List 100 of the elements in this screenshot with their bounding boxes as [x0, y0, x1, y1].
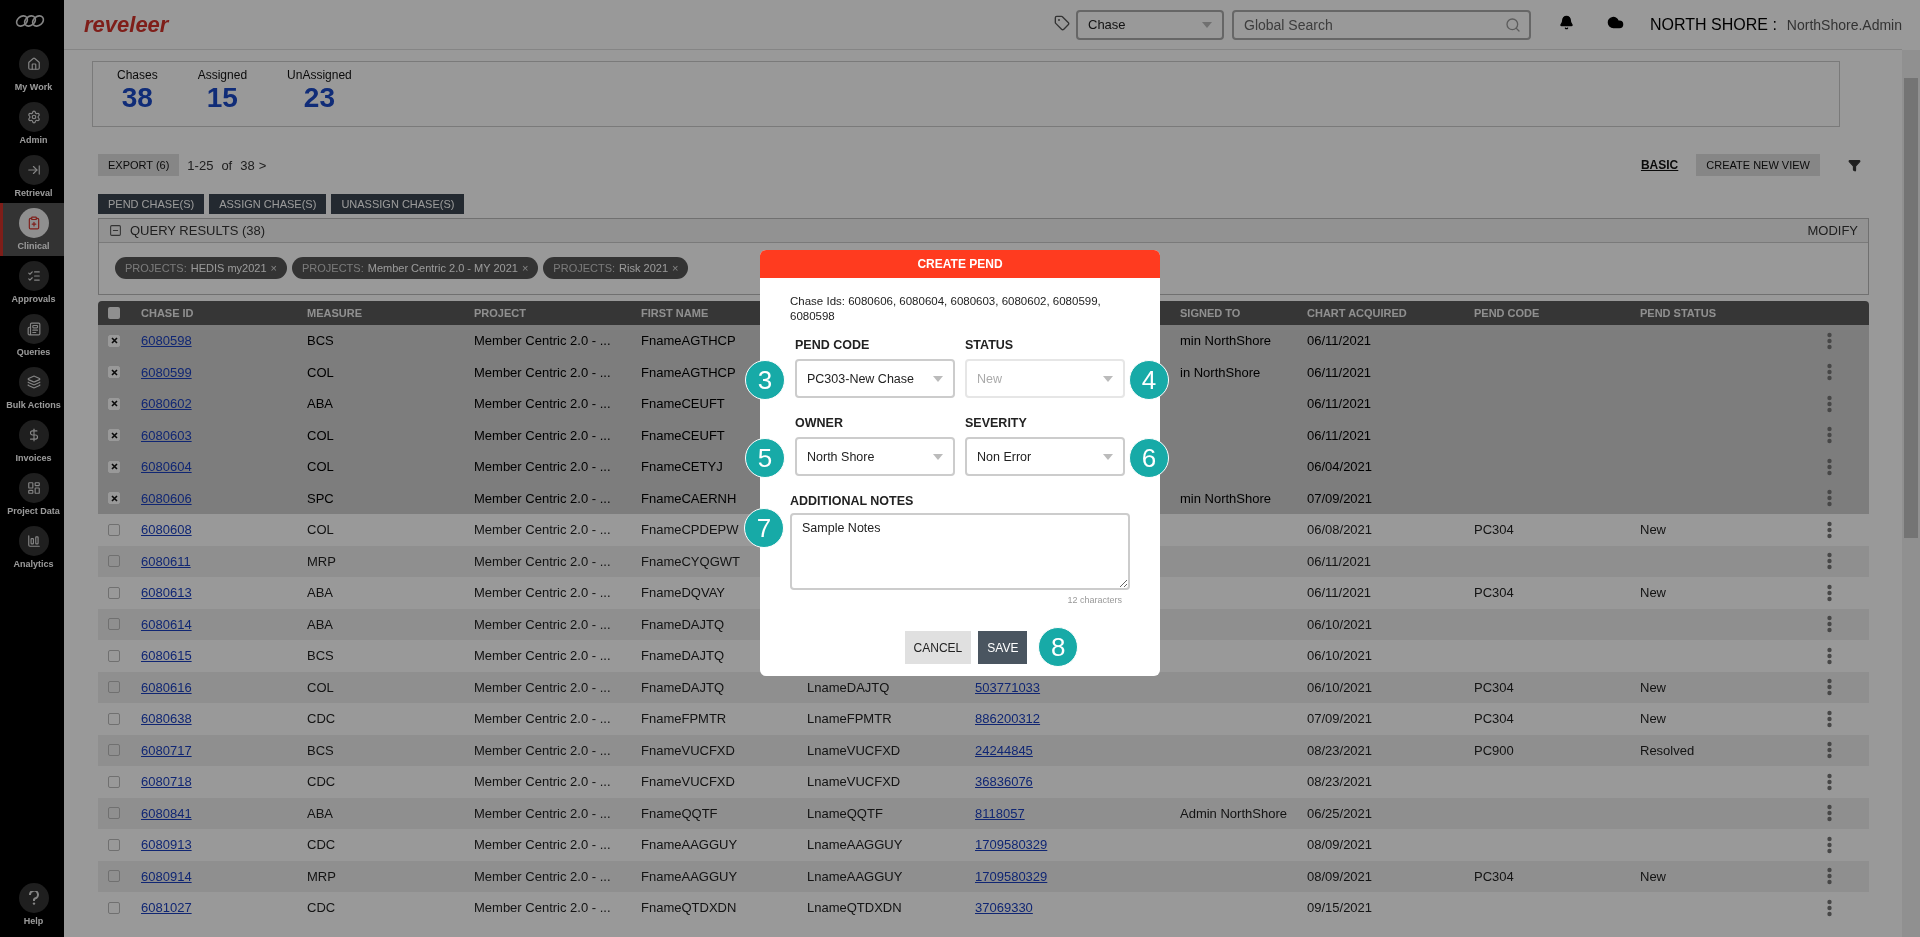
table-cell: FnameVUCFXD [641, 774, 735, 790]
table-cell: Member Centric 2.0 - ... [474, 868, 611, 884]
chip-value: HEDIS my2021 [190, 262, 267, 274]
table-cell: Member Centric 2.0 - ... [474, 364, 611, 380]
table-cell: in NorthShore [1180, 364, 1261, 380]
table-cell: FnameFPMTR [641, 711, 727, 727]
column-header: CHASE ID [141, 307, 194, 319]
page-of: of [221, 157, 233, 173]
column-header: PEND CODE [1474, 307, 1540, 319]
column-header: FIRST NAME [641, 307, 709, 319]
table-cell: FnameCEUFT [641, 427, 725, 443]
table-cell: FnameAAGGUY [641, 837, 738, 853]
dialog-title: CREATE PEND [760, 250, 1160, 278]
table-cell: FnameAAGGUY [641, 868, 738, 884]
table-cell: FnameDQVAY [641, 585, 726, 601]
table-cell: Member Centric 2.0 - ... [474, 774, 611, 790]
chip-field: PROJECTS: [125, 262, 187, 274]
table-cell: Member Centric 2.0 - ... [474, 333, 611, 349]
table-cell: 08/09/2021 [1307, 868, 1373, 884]
table-cell: Member Centric 2.0 - ... [474, 396, 611, 412]
table-cell: LnameVUCFXD [807, 742, 901, 758]
table-cell: FnameCETYJ [641, 459, 723, 475]
column-header: CHART ACQUIRED [1307, 307, 1407, 319]
table-cell: COL [307, 459, 334, 475]
table-cell: Member Centric 2.0 - ... [474, 742, 611, 758]
panel-title: QUERY RESULTS (38) [130, 223, 266, 238]
table-cell: LnameQTDXDN [807, 900, 902, 916]
field-label: ADDITIONAL NOTES [790, 494, 915, 508]
field-label: STATUS [965, 338, 1015, 352]
chip-value: Member Centric 2.0 - MY 2021 [367, 262, 518, 274]
chase-ids-text: Chase Ids: 6080606, 6080604, 6080603, 6080602, 6080599, 6080598 [790, 294, 1102, 324]
table-cell: New [1640, 868, 1666, 884]
table-cell: 08/23/2021 [1307, 774, 1373, 790]
column-header: MEASURE [307, 307, 362, 319]
table-cell: PC900 [1474, 742, 1514, 758]
table-cell: Member Centric 2.0 - ... [474, 711, 611, 727]
table-cell: 06/11/2021 [1307, 585, 1372, 601]
stat-label: Assigned [197, 68, 248, 82]
table-cell: FnameAGTHCP [641, 333, 736, 349]
table-cell: 06/04/2021 [1307, 459, 1373, 475]
table-cell: COL [307, 522, 334, 538]
table-cell: ABA [307, 585, 333, 601]
table-cell: ABA [307, 805, 333, 821]
table-cell: New [1640, 711, 1666, 727]
table-cell: 06/11/2021 [1307, 427, 1372, 443]
step-badge: 6 [1129, 438, 1169, 478]
table-cell: BCS [307, 742, 334, 758]
table-cell: FnameDAJTQ [641, 679, 725, 695]
table-cell: 06/10/2021 [1307, 648, 1373, 664]
table-cell: Member Centric 2.0 - ... [474, 522, 611, 538]
table-cell: PC304 [1474, 522, 1514, 538]
table-cell: 09/15/2021 [1307, 900, 1373, 916]
table-cell: FnameQTDXDN [641, 900, 737, 916]
field-label: OWNER [795, 416, 844, 430]
table-cell: min NorthShore [1180, 490, 1272, 506]
table-cell: 06/11/2021 [1307, 396, 1372, 412]
table-cell: Member Centric 2.0 - ... [474, 459, 611, 475]
stat-value: 38 [121, 82, 153, 114]
table-cell: ABA [307, 616, 333, 632]
table-cell: Resolved [1640, 742, 1695, 758]
step-badge: 3 [745, 360, 785, 400]
table-cell: CDC [307, 900, 336, 916]
table-cell: FnameCYQGWT [641, 553, 740, 569]
table-cell: 06/10/2021 [1307, 679, 1373, 695]
table-cell: New [1640, 522, 1666, 538]
stat-value: 23 [303, 82, 335, 114]
table-cell: FnameQQTF [641, 805, 718, 821]
table-cell: COL [307, 679, 334, 695]
table-cell: FnameCAERNH [641, 490, 737, 506]
table-cell: PC304 [1474, 585, 1514, 601]
step-badge: 5 [745, 438, 785, 478]
table-cell: Member Centric 2.0 - ... [474, 585, 611, 601]
character-count: 12 characters [1067, 595, 1122, 605]
table-cell: Member Centric 2.0 - ... [474, 648, 611, 664]
table-cell: FnameAGTHCP [641, 364, 736, 380]
table-cell: MRP [307, 868, 336, 884]
table-cell: LnameAAGGUY [807, 837, 903, 853]
table-cell: COL [307, 364, 334, 380]
table-cell: Member Centric 2.0 - ... [474, 837, 611, 853]
table-cell: 08/09/2021 [1307, 837, 1373, 853]
table-cell: New [1640, 585, 1666, 601]
table-cell: New [1640, 679, 1666, 695]
stat-value: 15 [206, 82, 238, 114]
table-cell: min NorthShore [1180, 333, 1272, 349]
brand-logo: reveleer [84, 11, 169, 38]
table-cell: LnameFPMTR [807, 711, 892, 727]
step-badge: 7 [744, 508, 784, 548]
stat-label: Chases [117, 68, 158, 82]
table-cell: Member Centric 2.0 - ... [474, 616, 611, 632]
page-range: 1-25 [187, 157, 214, 173]
stat-label: UnAssigned [287, 68, 352, 82]
user-name: NorthShore.Admin [1786, 16, 1902, 33]
table-cell: Member Centric 2.0 - ... [474, 427, 611, 443]
step-badge: 4 [1129, 360, 1169, 400]
table-cell: 07/09/2021 [1307, 711, 1373, 727]
table-cell: BCS [307, 648, 334, 664]
table-cell: LnameAAGGUY [807, 868, 903, 884]
table-cell: CDC [307, 711, 336, 727]
table-cell: Member Centric 2.0 - ... [474, 805, 611, 821]
table-cell: FnameCPDEPW [641, 522, 739, 538]
